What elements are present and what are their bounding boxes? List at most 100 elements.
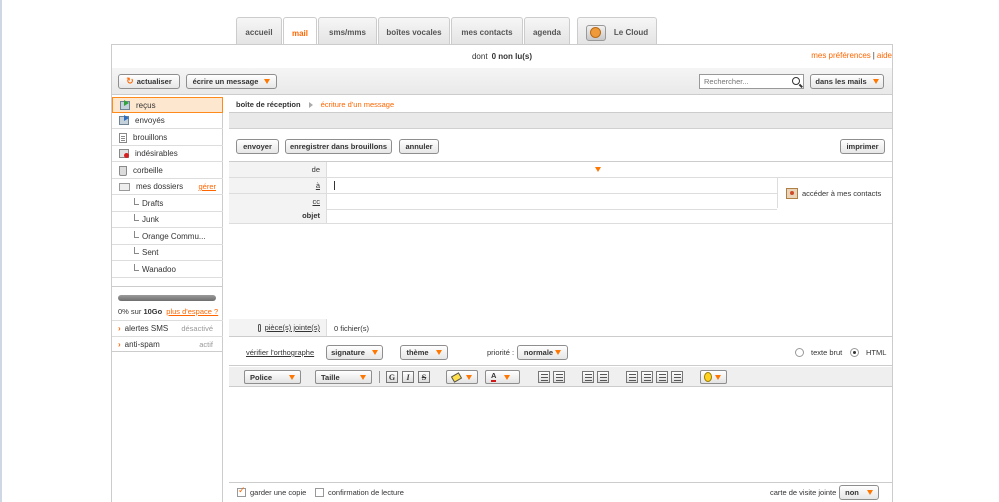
header-links: mes préférences | aide [811, 51, 892, 60]
tree-branch-icon [134, 247, 139, 254]
folder-corbeille[interactable]: corbeille [112, 163, 223, 179]
tab-sms-mms[interactable]: sms/mms [318, 17, 377, 44]
align-center-icon [643, 373, 651, 381]
chevron-down-icon [360, 374, 366, 380]
message-body-editor[interactable] [229, 388, 892, 482]
chevron-down-icon [371, 350, 378, 355]
breadcrumb-compose: écriture d'un message [320, 100, 395, 109]
compose-actions: envoyer enregistrer dans brouillons annu… [229, 130, 892, 162]
cancel-button[interactable]: annuler [399, 139, 439, 154]
chevron-down-icon [289, 374, 295, 380]
priority-dropdown[interactable]: normale [517, 345, 568, 360]
bullet-list-button[interactable] [553, 371, 565, 383]
bold-button[interactable]: G [386, 371, 398, 383]
breadcrumb-inbox[interactable]: boîte de réception [236, 100, 301, 109]
send-button[interactable]: envoyer [236, 139, 279, 154]
align-left-button[interactable] [626, 371, 638, 383]
folder-envoyes[interactable]: envoyés [112, 113, 223, 129]
access-contacts-button[interactable]: accéder à mes contacts [777, 178, 892, 208]
font-dropdown[interactable]: Police [244, 370, 301, 384]
folder-recus[interactable]: reçus [112, 97, 223, 113]
align-right-button[interactable] [656, 371, 668, 383]
cloud-icon [585, 24, 606, 41]
help-link[interactable]: aide [877, 51, 892, 60]
align-center-button[interactable] [641, 371, 653, 383]
chevron-down-icon [435, 350, 442, 355]
contacts-icon [786, 187, 798, 199]
compose-button[interactable]: écrire un message [186, 74, 277, 89]
my-folders[interactable]: mes dossiers gérer [112, 179, 223, 195]
folder-indesirables[interactable]: indésirables [112, 146, 223, 162]
refresh-button[interactable]: ↻ actualiser [118, 74, 180, 89]
tab-accueil[interactable]: accueil [236, 17, 282, 44]
sms-alerts-option[interactable]: › alertes SMS désactivé [112, 320, 223, 336]
highlight-color-dropdown[interactable] [446, 370, 478, 384]
outdent-button[interactable] [582, 371, 594, 383]
refresh-icon: ↻ [126, 76, 134, 87]
subfolder-junk[interactable]: Junk [112, 212, 223, 228]
to-field[interactable]: à [229, 178, 777, 194]
tab-mail[interactable]: mail [283, 17, 317, 45]
manage-folders-link[interactable]: gérer [198, 182, 216, 191]
window-edge [0, 0, 2, 502]
print-button[interactable]: imprimer [840, 139, 885, 154]
signature-dropdown[interactable]: signature [326, 345, 383, 360]
chevron-down-icon [872, 79, 879, 84]
smiley-icon [704, 372, 712, 382]
ordered-list-icon [540, 373, 548, 381]
unread-count: 0 non lu(s) [491, 51, 533, 61]
italic-button[interactable]: I [402, 371, 414, 383]
align-left-icon [628, 373, 636, 381]
save-draft-button[interactable]: enregistrer dans brouillons [285, 139, 392, 154]
tree-branch-icon [134, 198, 139, 205]
subject-field[interactable]: objet [229, 208, 892, 224]
chevron-down-icon[interactable] [595, 167, 601, 172]
read-receipt-checkbox[interactable] [315, 488, 324, 497]
cc-label[interactable]: cc [229, 194, 327, 209]
search-scope-dropdown[interactable]: dans les mails [810, 74, 884, 89]
tree-branch-icon [134, 264, 139, 271]
spellcheck-link[interactable]: vérifier l'orthographe [246, 348, 314, 357]
breadcrumb: boîte de réception écriture d'un message [229, 97, 892, 113]
main-tabs: accueil mail sms/mms boîtes vocales mes … [236, 17, 658, 45]
keep-copy-checkbox[interactable] [237, 486, 246, 497]
vcard-dropdown[interactable]: non [839, 485, 879, 500]
tab-agenda[interactable]: agenda [524, 17, 570, 44]
chevron-down-icon [504, 374, 511, 380]
search-input[interactable] [700, 75, 785, 88]
size-dropdown[interactable]: Taille [315, 370, 372, 384]
folder-brouillons[interactable]: brouillons [112, 130, 223, 146]
trash-icon [119, 165, 127, 176]
html-radio[interactable] [850, 348, 859, 357]
attachments-link[interactable]: pièce(s) jointe(s) [229, 319, 327, 336]
chevron-down-icon [866, 490, 873, 495]
spam-icon [119, 149, 129, 158]
text-color-dropdown[interactable]: A [485, 370, 520, 384]
tab-le-cloud[interactable]: Le Cloud [577, 17, 657, 44]
folder-sidebar: reçus envoyés brouillons indésirables co… [112, 97, 223, 502]
more-space-link[interactable]: plus d'espace ? [166, 307, 218, 316]
anti-spam-option[interactable]: › anti-spam actif [112, 336, 223, 352]
compose-footer: garder une copie confirmation de lecture… [229, 482, 892, 502]
subfolder-wanadoo[interactable]: Wanadoo [112, 262, 223, 278]
folder-icon [119, 182, 130, 191]
strikethrough-button[interactable]: S [418, 371, 430, 383]
emoticon-dropdown[interactable] [700, 370, 727, 384]
search-icon[interactable] [792, 77, 800, 85]
tab-boites-vocales[interactable]: boîtes vocales [378, 17, 450, 44]
to-label[interactable]: à [229, 178, 327, 193]
tab-mes-contacts[interactable]: mes contacts [451, 17, 523, 44]
from-row[interactable]: de [229, 162, 892, 178]
chevron-down-icon [715, 374, 721, 380]
subfolder-orange-commu[interactable]: Orange Commu... [112, 229, 223, 245]
paperclip-icon [257, 323, 261, 332]
plain-text-radio[interactable] [795, 348, 804, 357]
indent-button[interactable] [597, 371, 609, 383]
subfolder-drafts[interactable]: Drafts [112, 196, 223, 212]
preferences-link[interactable]: mes préférences [811, 51, 871, 60]
subfolder-sent[interactable]: Sent [112, 245, 223, 261]
justify-button[interactable] [671, 371, 683, 383]
theme-dropdown[interactable]: thème [400, 345, 448, 360]
chevron-down-icon [264, 79, 271, 84]
ordered-list-button[interactable] [538, 371, 550, 383]
